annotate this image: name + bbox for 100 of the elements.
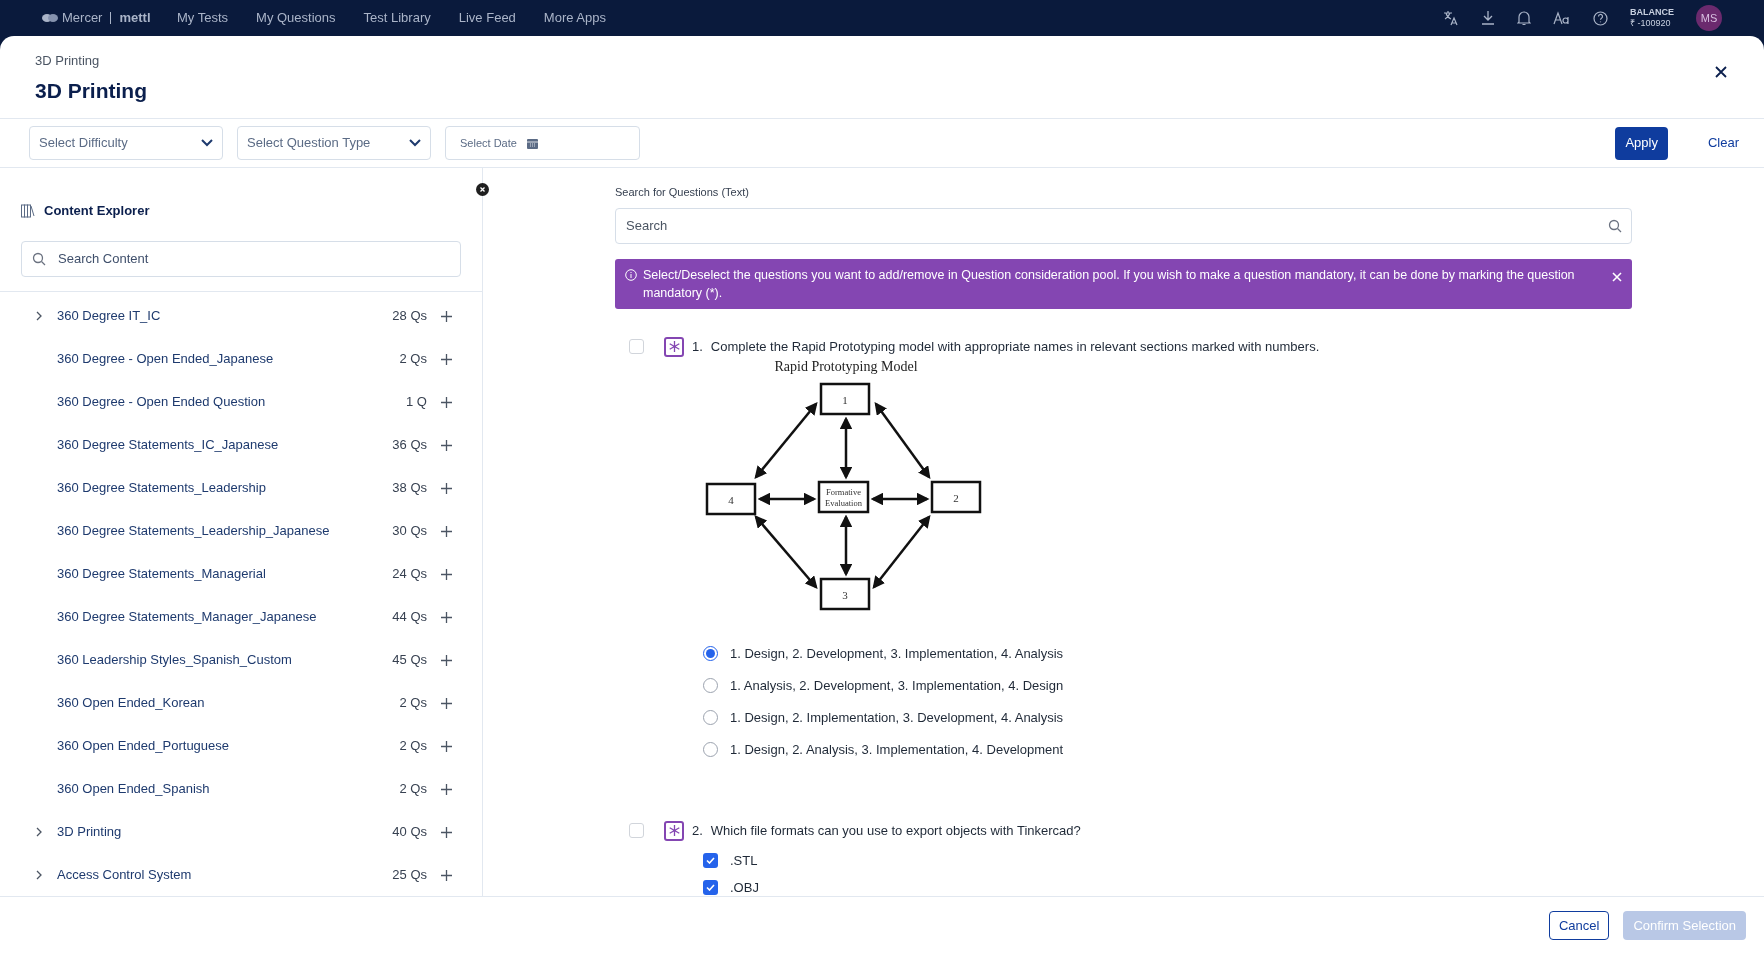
- banner-text: Select/Deselect the questions you want to add/remove in Question consideration pool. If you wish to make a question mandatory, it can be done by marking the question mandatory (*).: [643, 266, 1576, 302]
- checkbox[interactable]: [703, 880, 718, 895]
- tree-item[interactable]: 360 Degree Statements_Manager_Japanese: [57, 607, 393, 627]
- mandatory-toggle[interactable]: [664, 820, 684, 841]
- tree-item[interactable]: 360 Degree - Open Ended Question: [57, 392, 407, 412]
- question-count: 40 Qs: [392, 823, 427, 842]
- question-count: 44 Qs: [392, 608, 427, 627]
- box-label: 4: [728, 493, 734, 506]
- question-count: 25 Qs: [392, 866, 427, 885]
- plus-icon[interactable]: [441, 525, 452, 537]
- question-count: 28 Qs: [392, 307, 427, 326]
- tree-item[interactable]: 360 Degree Statements_Managerial: [57, 564, 393, 584]
- question-count: 38 Qs: [392, 479, 427, 498]
- box-label: 2: [953, 491, 959, 504]
- question-count: 2 Qs: [399, 350, 427, 369]
- translate-icon[interactable]: [1443, 10, 1459, 26]
- difficulty-dropdown[interactable]: Select Difficulty: [29, 126, 223, 160]
- nav-link[interactable]: Test Library: [363, 8, 431, 28]
- breadcrumb[interactable]: 3D Printing: [35, 51, 1715, 71]
- question-type-dropdown[interactable]: Select Question Type: [237, 126, 431, 160]
- cancel-button[interactable]: Cancel: [1548, 911, 1610, 940]
- tree-item[interactable]: 360 Open Ended_Portuguese: [57, 736, 400, 756]
- question-text: Complete the Rapid Prototyping model with appropriate names in relevant sections marked with numbers.: [710, 337, 1320, 356]
- plus-icon[interactable]: [441, 353, 452, 365]
- question-count: 1 Q: [406, 393, 427, 412]
- info-icon: [625, 268, 637, 281]
- question-number: 2.: [692, 821, 703, 840]
- diagram-title: Rapid Prototyping Model: [774, 358, 918, 374]
- question-search-field[interactable]: Search: [615, 207, 1632, 244]
- question-count: 24 Qs: [392, 565, 427, 584]
- check-icon: [706, 857, 715, 864]
- chevron-down-icon: [201, 139, 213, 147]
- plus-icon[interactable]: [441, 482, 452, 494]
- plus-icon[interactable]: [441, 396, 452, 408]
- option-label: 1. Design, 2. Development, 3. Implementation, 4. Analysis: [730, 644, 1064, 663]
- avatar[interactable]: MS: [1696, 5, 1722, 31]
- plus-icon[interactable]: [441, 439, 452, 451]
- plus-icon[interactable]: [441, 568, 452, 580]
- plus-icon[interactable]: [441, 826, 452, 838]
- chevron-right-icon[interactable]: [36, 870, 42, 880]
- box-label: Evaluation: [825, 497, 862, 508]
- calendar-icon: [526, 137, 538, 149]
- question-count: 2 Qs: [399, 737, 427, 756]
- search-icon: [1608, 218, 1622, 233]
- question-checkbox[interactable]: [629, 339, 644, 354]
- chevron-right-icon[interactable]: [36, 311, 42, 321]
- box-label: Formative: [826, 486, 861, 497]
- chevron-right-icon[interactable]: [36, 827, 42, 837]
- plus-icon[interactable]: [441, 697, 452, 709]
- nav-link[interactable]: My Questions: [256, 8, 336, 28]
- search-icon: [32, 251, 46, 266]
- tree-item[interactable]: 360 Degree - Open Ended_Japanese: [57, 349, 400, 369]
- tree-item[interactable]: 360 Degree Statements_IC_Japanese: [57, 435, 393, 455]
- plus-icon[interactable]: [441, 310, 452, 322]
- balance-value: ₹ -100920: [1630, 18, 1672, 29]
- download-icon[interactable]: [1481, 10, 1495, 26]
- plus-icon[interactable]: [441, 869, 452, 881]
- question-count: 2 Qs: [399, 780, 427, 799]
- apply-button[interactable]: Apply: [1615, 126, 1668, 160]
- plus-icon[interactable]: [441, 654, 452, 666]
- question-checkbox[interactable]: [629, 823, 644, 838]
- close-button[interactable]: [1715, 66, 1727, 78]
- logo-icon: [42, 13, 58, 23]
- box-label: 1: [842, 393, 848, 406]
- option-label: .STL: [730, 851, 758, 870]
- close-icon[interactable]: [476, 183, 489, 196]
- plus-icon[interactable]: [441, 740, 452, 752]
- mandatory-toggle[interactable]: [664, 336, 684, 357]
- nav-link[interactable]: Live Feed: [458, 8, 516, 28]
- font-size-icon[interactable]: [1553, 11, 1571, 25]
- panel-title: Content Explorer: [44, 202, 150, 220]
- question-count: 36 Qs: [392, 436, 427, 455]
- clear-link[interactable]: Clear: [1707, 133, 1739, 153]
- tree-item[interactable]: 360 Open Ended_Spanish: [57, 779, 400, 799]
- close-icon: [1612, 271, 1622, 282]
- search-content-field[interactable]: Search Content: [21, 240, 461, 277]
- question-number: 1.: [692, 337, 703, 356]
- plus-icon[interactable]: [441, 783, 452, 795]
- tree-item[interactable]: 360 Degree Statements_Leadership_Japanese: [57, 521, 393, 541]
- tree-item[interactable]: 360 Degree Statements_Leadership: [57, 478, 393, 498]
- nav-link[interactable]: More Apps: [543, 8, 606, 28]
- question-count: 30 Qs: [392, 522, 427, 541]
- books-icon: [21, 203, 35, 218]
- plus-icon[interactable]: [441, 611, 452, 623]
- tree-item[interactable]: 360 Open Ended_Korean: [57, 693, 400, 713]
- close-icon: [1715, 66, 1727, 78]
- bell-icon[interactable]: [1517, 10, 1531, 26]
- question-count: 2 Qs: [399, 694, 427, 713]
- option-label: 1. Analysis, 2. Development, 3. Implementation, 4. Design: [730, 676, 1064, 695]
- field-label: Search for Questions (Text): [615, 185, 750, 200]
- nav-link[interactable]: My Tests: [177, 8, 229, 28]
- tree-item[interactable]: 3D Printing: [57, 822, 393, 842]
- tree-item[interactable]: 360 Degree IT_IC: [57, 306, 393, 326]
- help-icon[interactable]: [1593, 10, 1608, 26]
- date-field[interactable]: Select Date: [445, 126, 640, 160]
- tree-item[interactable]: 360 Leadership Styles_Spanish_Custom: [57, 650, 393, 670]
- question-count: 45 Qs: [392, 651, 427, 670]
- checkbox[interactable]: [703, 853, 718, 868]
- tree-item[interactable]: Access Control System: [57, 865, 393, 885]
- balance-label: BALANCE: [1630, 7, 1674, 18]
